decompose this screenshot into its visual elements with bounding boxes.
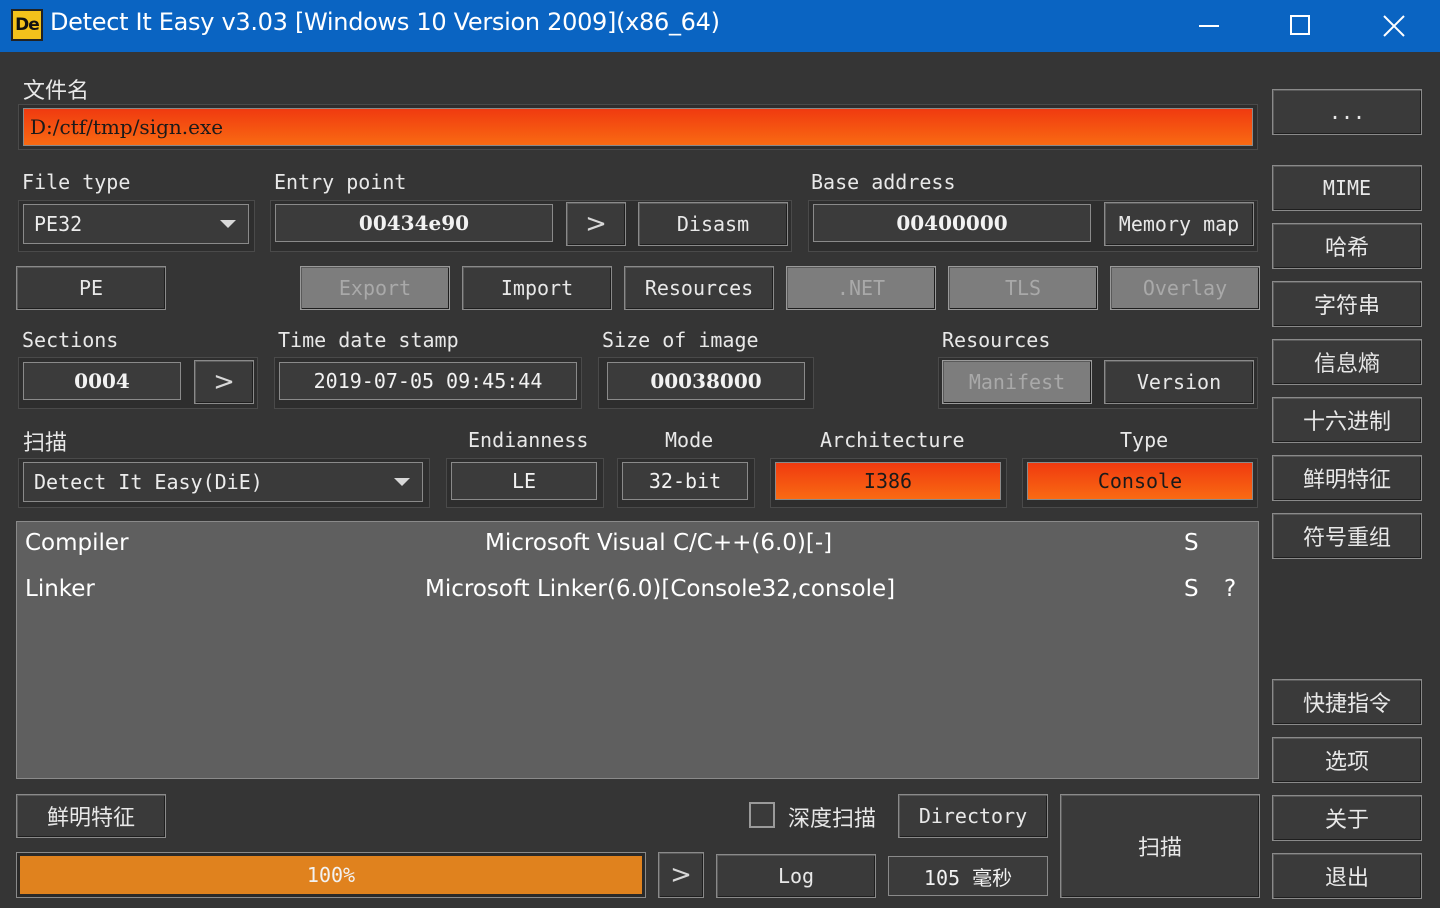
- dotnet-button[interactable]: .NET: [786, 266, 936, 310]
- progress-go-button[interactable]: >: [658, 852, 704, 898]
- progress-bar: 100%: [16, 852, 646, 898]
- scan-results-panel: Compiler Microsoft Visual C/C++(6.0)[-] …: [16, 521, 1259, 779]
- tls-button[interactable]: TLS: [948, 266, 1098, 310]
- strings-button[interactable]: 字符串: [1272, 281, 1422, 327]
- file-type-value: PE32: [34, 212, 83, 236]
- file-type-label: File type: [22, 170, 131, 194]
- entry-point-value: 00434e90: [275, 204, 553, 242]
- progress-text: 100%: [306, 863, 356, 887]
- file-path-input[interactable]: D:/ctf/tmp/sign.exe: [23, 108, 1253, 146]
- sections-label: Sections: [22, 328, 119, 352]
- deep-scan-label: 深度扫描: [788, 807, 877, 832]
- result-info-button[interactable]: ?: [1224, 576, 1236, 602]
- size-of-image-label: Size of image: [602, 328, 759, 352]
- close-button[interactable]: [1348, 0, 1440, 52]
- entropy-button[interactable]: 信息熵: [1272, 339, 1422, 385]
- disasm-button[interactable]: Disasm: [638, 202, 788, 246]
- deep-scan-checkbox[interactable]: [749, 802, 775, 828]
- result-name: Microsoft Linker(6.0)[Console32,console]: [425, 576, 896, 602]
- options-button[interactable]: 选项: [1272, 737, 1422, 783]
- resources-button[interactable]: Resources: [624, 266, 774, 310]
- base-address-value: 00400000: [813, 204, 1091, 242]
- type-value: Console: [1027, 462, 1253, 500]
- endianness-label: Endianness: [468, 428, 589, 452]
- mode-value: 32-bit: [622, 462, 748, 500]
- base-address-label: Base address: [811, 170, 956, 194]
- result-flag: S: [1184, 530, 1199, 556]
- file-type-select[interactable]: PE32: [23, 204, 249, 244]
- minimize-button[interactable]: [1163, 0, 1255, 52]
- result-kind: Linker: [25, 576, 95, 602]
- chevron-down-icon: [394, 478, 410, 486]
- type-label: Type: [1120, 428, 1169, 452]
- version-button[interactable]: Version: [1104, 360, 1254, 404]
- browse-button[interactable]: ...: [1272, 89, 1422, 135]
- elapsed-time: 105 毫秒: [888, 856, 1048, 896]
- hex-button[interactable]: 十六进制: [1272, 397, 1422, 443]
- overlay-button[interactable]: Overlay: [1110, 266, 1260, 310]
- resources-label: Resources: [942, 328, 1051, 352]
- exit-button[interactable]: 退出: [1272, 853, 1422, 899]
- chevron-right-icon: >: [213, 367, 235, 397]
- pe-button[interactable]: PE: [16, 266, 166, 310]
- mime-button[interactable]: MIME: [1272, 165, 1422, 211]
- log-button[interactable]: Log: [716, 854, 876, 898]
- hash-button[interactable]: 哈希: [1272, 223, 1422, 269]
- result-kind: Compiler: [25, 530, 129, 556]
- architecture-label: Architecture: [820, 428, 965, 452]
- time-date-stamp-value: 2019-07-05 09:45:44: [279, 362, 577, 400]
- entry-point-label: Entry point: [274, 170, 407, 194]
- sections-go-button[interactable]: >: [194, 360, 254, 404]
- import-button[interactable]: Import: [462, 266, 612, 310]
- window-title: Detect It Easy v3.03 [Windows 10 Version…: [50, 8, 720, 36]
- close-icon: [1383, 15, 1405, 37]
- chevron-down-icon: [220, 220, 236, 228]
- scan-engine-select[interactable]: Detect It Easy(DiE): [23, 462, 423, 502]
- endianness-value: LE: [451, 462, 597, 500]
- manifest-button[interactable]: Manifest: [942, 360, 1092, 404]
- app-icon: De: [11, 9, 43, 41]
- sections-value: 0004: [23, 362, 181, 400]
- memory-map-button[interactable]: Memory map: [1104, 202, 1254, 246]
- directory-button[interactable]: Directory: [898, 794, 1048, 838]
- demangle-button[interactable]: 符号重组: [1272, 513, 1422, 559]
- chevron-right-icon: >: [585, 209, 607, 239]
- result-flag: S: [1184, 576, 1199, 602]
- signatures-button[interactable]: 鲜明特征: [16, 794, 166, 838]
- minimize-icon: [1199, 25, 1219, 27]
- shortcuts-button[interactable]: 快捷指令: [1272, 679, 1422, 725]
- architecture-value: I386: [775, 462, 1001, 500]
- result-name: Microsoft Visual C/C++(6.0)[-]: [485, 530, 833, 556]
- export-button[interactable]: Export: [300, 266, 450, 310]
- scan-button[interactable]: 扫描: [1060, 794, 1260, 898]
- entry-point-go-button[interactable]: >: [566, 202, 626, 246]
- maximize-icon: [1290, 15, 1310, 35]
- maximize-button[interactable]: [1255, 0, 1347, 52]
- time-date-stamp-label: Time date stamp: [278, 328, 459, 352]
- scan-label: 扫描: [23, 431, 68, 456]
- chevron-right-icon: >: [670, 860, 692, 890]
- scan-engine-value: Detect It Easy(DiE): [34, 470, 263, 494]
- file-name-label: 文件名: [23, 79, 90, 104]
- title-bar: De Detect It Easy v3.03 [Windows 10 Vers…: [0, 0, 1440, 52]
- size-of-image-value: 00038000: [607, 362, 805, 400]
- signatures-sidebar-button[interactable]: 鲜明特征: [1272, 455, 1422, 501]
- about-button[interactable]: 关于: [1272, 795, 1422, 841]
- mode-label: Mode: [665, 428, 714, 452]
